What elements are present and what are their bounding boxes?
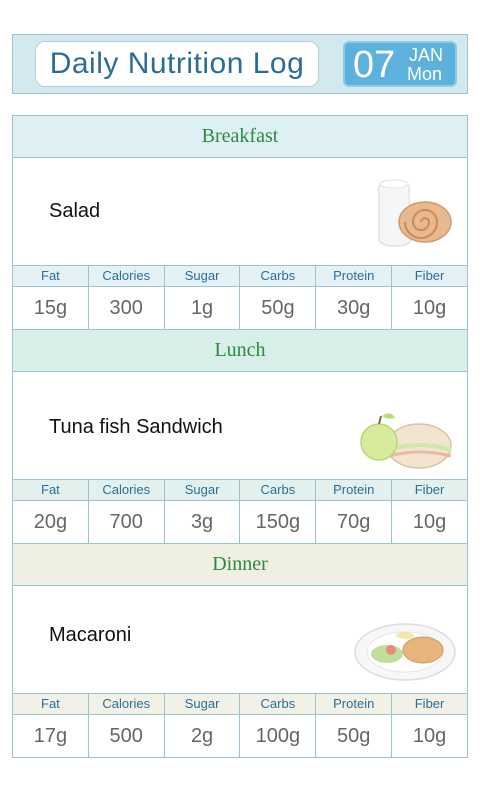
title-box: Daily Nutrition Log xyxy=(35,41,319,87)
value-sugar: 1g xyxy=(165,287,241,329)
value-protein: 30g xyxy=(316,287,393,329)
value-calories: 300 xyxy=(89,287,165,329)
nutrient-label-protein: Protein xyxy=(316,480,393,500)
nutrient-value-row: 20g 700 3g 150g 70g 10g xyxy=(13,501,467,543)
nutrient-label-fat: Fat xyxy=(13,266,89,286)
nutrient-header-row: Fat Calories Sugar Carbs Protein Fiber xyxy=(13,265,467,287)
value-fiber: 10g xyxy=(412,725,447,747)
milk-and-cinnamon-roll-icon xyxy=(377,179,452,247)
nutrient-label-sugar: Sugar xyxy=(165,480,241,500)
meal-name: Salad xyxy=(49,200,101,222)
nutrient-label-calories: Calories xyxy=(89,694,165,714)
value-sugar: 2g xyxy=(165,715,241,757)
value-protein: 50g xyxy=(316,715,393,757)
header-bar: Daily Nutrition Log 07 JAN Mon xyxy=(12,34,468,94)
value-carbs: 150g xyxy=(240,501,317,543)
nutrition-log: Breakfast Salad Fat Calories Sugar Carbs… xyxy=(12,115,468,758)
date-month: JAN xyxy=(409,45,444,65)
page-title: Daily Nutrition Log xyxy=(49,47,305,80)
nutrient-value-row: 15g 300 1g 50g 30g 10g xyxy=(13,287,467,329)
meal-card-breakfast[interactable]: Salad xyxy=(13,158,467,265)
date-day: 07 xyxy=(353,44,396,86)
meal-name: Tuna fish Sandwich xyxy=(49,416,223,438)
nutrient-label-calories: Calories xyxy=(89,266,165,286)
nutrient-label-protein: Protein xyxy=(316,266,393,286)
value-calories: 700 xyxy=(89,501,165,543)
value-fat: 20g xyxy=(13,501,89,543)
section-header-breakfast: Breakfast xyxy=(13,115,467,158)
nutrient-label-fat: Fat xyxy=(13,480,89,500)
nutrient-label-carbs: Carbs xyxy=(240,694,317,714)
value-carbs: 50g xyxy=(240,287,317,329)
section-header-dinner: Dinner xyxy=(13,543,467,586)
nutrient-label-fiber: Fiber xyxy=(414,696,445,711)
date-weekday: Mon xyxy=(407,64,443,84)
value-fat: 15g xyxy=(13,287,89,329)
value-carbs: 100g xyxy=(240,715,317,757)
nutrient-label-calories: Calories xyxy=(89,480,165,500)
value-fiber: 10g xyxy=(412,297,447,319)
meal-card-lunch[interactable]: Tuna fish Sandwich xyxy=(13,372,467,479)
apple-and-sandwich-icon xyxy=(360,413,452,469)
section-header-lunch: Lunch xyxy=(13,329,467,372)
nutrient-label-fiber: Fiber xyxy=(414,268,445,283)
value-fat: 17g xyxy=(13,715,89,757)
nutrient-label-sugar: Sugar xyxy=(165,694,241,714)
value-sugar: 3g xyxy=(165,501,241,543)
nutrient-label-sugar: Sugar xyxy=(165,266,241,286)
meal-card-dinner[interactable]: Macaroni xyxy=(13,586,467,693)
nutrient-label-fiber: Fiber xyxy=(414,482,445,497)
meal-name: Macaroni xyxy=(49,624,132,646)
nutrient-label-carbs: Carbs xyxy=(240,480,317,500)
value-protein: 70g xyxy=(316,501,393,543)
nutrient-value-row: 17g 500 2g 100g 50g 10g xyxy=(13,715,467,758)
plate-with-food-icon xyxy=(354,623,456,681)
value-calories: 500 xyxy=(89,715,165,757)
value-fiber: 10g xyxy=(412,511,447,533)
nutrient-label-fat: Fat xyxy=(13,694,89,714)
nutrient-header-row: Fat Calories Sugar Carbs Protein Fiber xyxy=(13,479,467,501)
nutrient-header-row: Fat Calories Sugar Carbs Protein Fiber xyxy=(13,693,467,715)
nutrient-label-carbs: Carbs xyxy=(240,266,317,286)
date-badge[interactable]: 07 JAN Mon xyxy=(343,41,457,87)
nutrient-label-protein: Protein xyxy=(316,694,393,714)
